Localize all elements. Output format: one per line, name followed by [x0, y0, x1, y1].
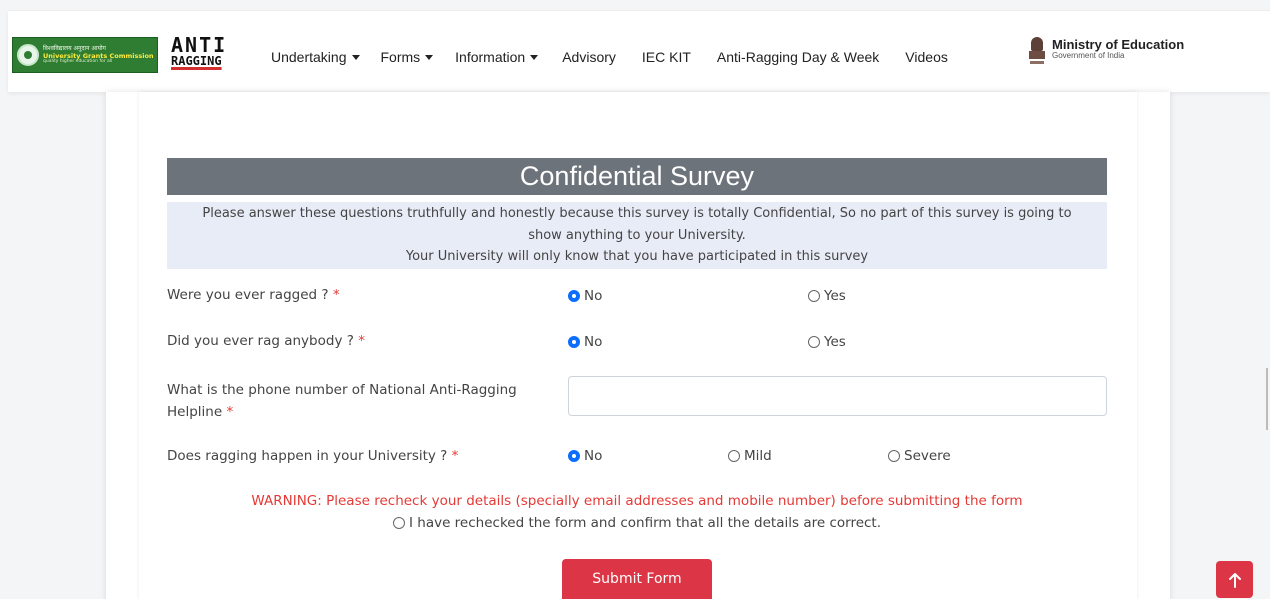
- ever-ragged-yes-radio[interactable]: Yes: [808, 288, 846, 304]
- nav-anti-ragging-day-week[interactable]: Anti-Ragging Day & Week: [717, 49, 879, 65]
- site-header: विश्वविद्यालय अनुदान आयोग University Gra…: [8, 10, 1270, 92]
- notice-line-1: Please answer these questions truthfully…: [202, 206, 1072, 221]
- radio-unchecked-icon: [888, 450, 900, 462]
- nav-forms[interactable]: Forms: [381, 49, 434, 65]
- ugc-logo-hindi: विश्वविद्यालय अनुदान आयोग: [43, 44, 106, 52]
- national-emblem-icon: [1028, 37, 1046, 71]
- survey-notice: Please answer these questions truthfully…: [167, 202, 1107, 269]
- arrow-up-icon: [1228, 572, 1241, 588]
- notice-line-3: Your University will only know that you …: [405, 249, 869, 264]
- nav-forms-label: Forms: [380, 49, 421, 65]
- required-marker: *: [332, 287, 340, 303]
- rag-anybody-no-radio[interactable]: No: [568, 334, 602, 350]
- nav-information-label: Information: [455, 49, 526, 65]
- ministry-subtitle: Government of India: [1052, 51, 1125, 61]
- submit-form-button[interactable]: Submit Form: [562, 559, 712, 599]
- question-ever-ragged-label: Were you ever ragged ? *: [167, 287, 340, 303]
- required-marker: *: [358, 333, 365, 349]
- ugc-logo-tagline: quality higher education for all: [43, 59, 113, 64]
- radio-checked-icon: [568, 336, 580, 348]
- nav-videos[interactable]: Videos: [905, 49, 948, 65]
- required-marker: *: [226, 404, 234, 420]
- nav-undertaking[interactable]: Undertaking: [271, 49, 360, 65]
- back-to-top-button[interactable]: [1216, 561, 1253, 598]
- nav-iec-kit[interactable]: IEC KIT: [642, 49, 691, 65]
- rag-anybody-yes-radio[interactable]: Yes: [808, 334, 846, 350]
- anti-ragging-logo[interactable]: ANTI RAGGING: [171, 35, 241, 81]
- notice-line-2: show anything to your University.: [528, 227, 746, 243]
- helpline-number-input[interactable]: [568, 376, 1107, 416]
- confirm-details-radio[interactable]: I have rechecked the form and confirm th…: [167, 515, 1107, 531]
- survey-title: Confidential Survey: [167, 158, 1107, 195]
- nav-information[interactable]: Information: [455, 49, 539, 65]
- radio-unchecked-icon: [808, 336, 820, 348]
- radio-unchecked-icon: [392, 517, 405, 529]
- ever-ragged-no-radio[interactable]: No: [568, 288, 602, 304]
- ugc-logo[interactable]: विश्वविद्यालय अनुदान आयोग University Gra…: [12, 37, 158, 73]
- ragging-happen-mild-radio[interactable]: Mild: [728, 448, 772, 464]
- required-marker: *: [451, 448, 459, 464]
- caret-down-icon: [425, 54, 434, 60]
- caret-down-icon: [530, 54, 539, 60]
- confirm-details-label: I have rechecked the form and confirm th…: [408, 515, 882, 531]
- warning-text: WARNING: Please recheck your details (sp…: [251, 493, 1023, 509]
- radio-checked-icon: [568, 290, 580, 302]
- question-rag-anybody-label: Did you ever rag anybody ? *: [167, 333, 365, 349]
- ragging-happen-severe-radio[interactable]: Severe: [888, 448, 951, 464]
- ministry-of-education-logo[interactable]: Ministry of Education Government of Indi…: [1028, 37, 1208, 73]
- ragging-happen-no-radio[interactable]: No: [568, 448, 602, 464]
- question-helpline-label: What is the phone number of National Ant…: [167, 382, 517, 420]
- ugc-emblem-icon: [17, 44, 39, 66]
- radio-unchecked-icon: [808, 290, 820, 302]
- main-nav: Undertaking Forms Information Advisory I…: [271, 47, 948, 67]
- anti-ragging-logo-line1: ANTI: [171, 33, 228, 57]
- anti-ragging-logo-line2: RAGGING: [171, 54, 222, 68]
- question-ragging-happen-label: Does ragging happen in your University ?…: [167, 448, 459, 464]
- nav-advisory[interactable]: Advisory: [562, 49, 616, 65]
- radio-unchecked-icon: [728, 450, 740, 462]
- ministry-title: Ministry of Education: [1052, 37, 1185, 52]
- caret-down-icon: [351, 54, 360, 60]
- scrollbar-thumb[interactable]: [1266, 368, 1268, 430]
- nav-undertaking-label: Undertaking: [271, 49, 347, 65]
- radio-checked-icon: [568, 450, 580, 462]
